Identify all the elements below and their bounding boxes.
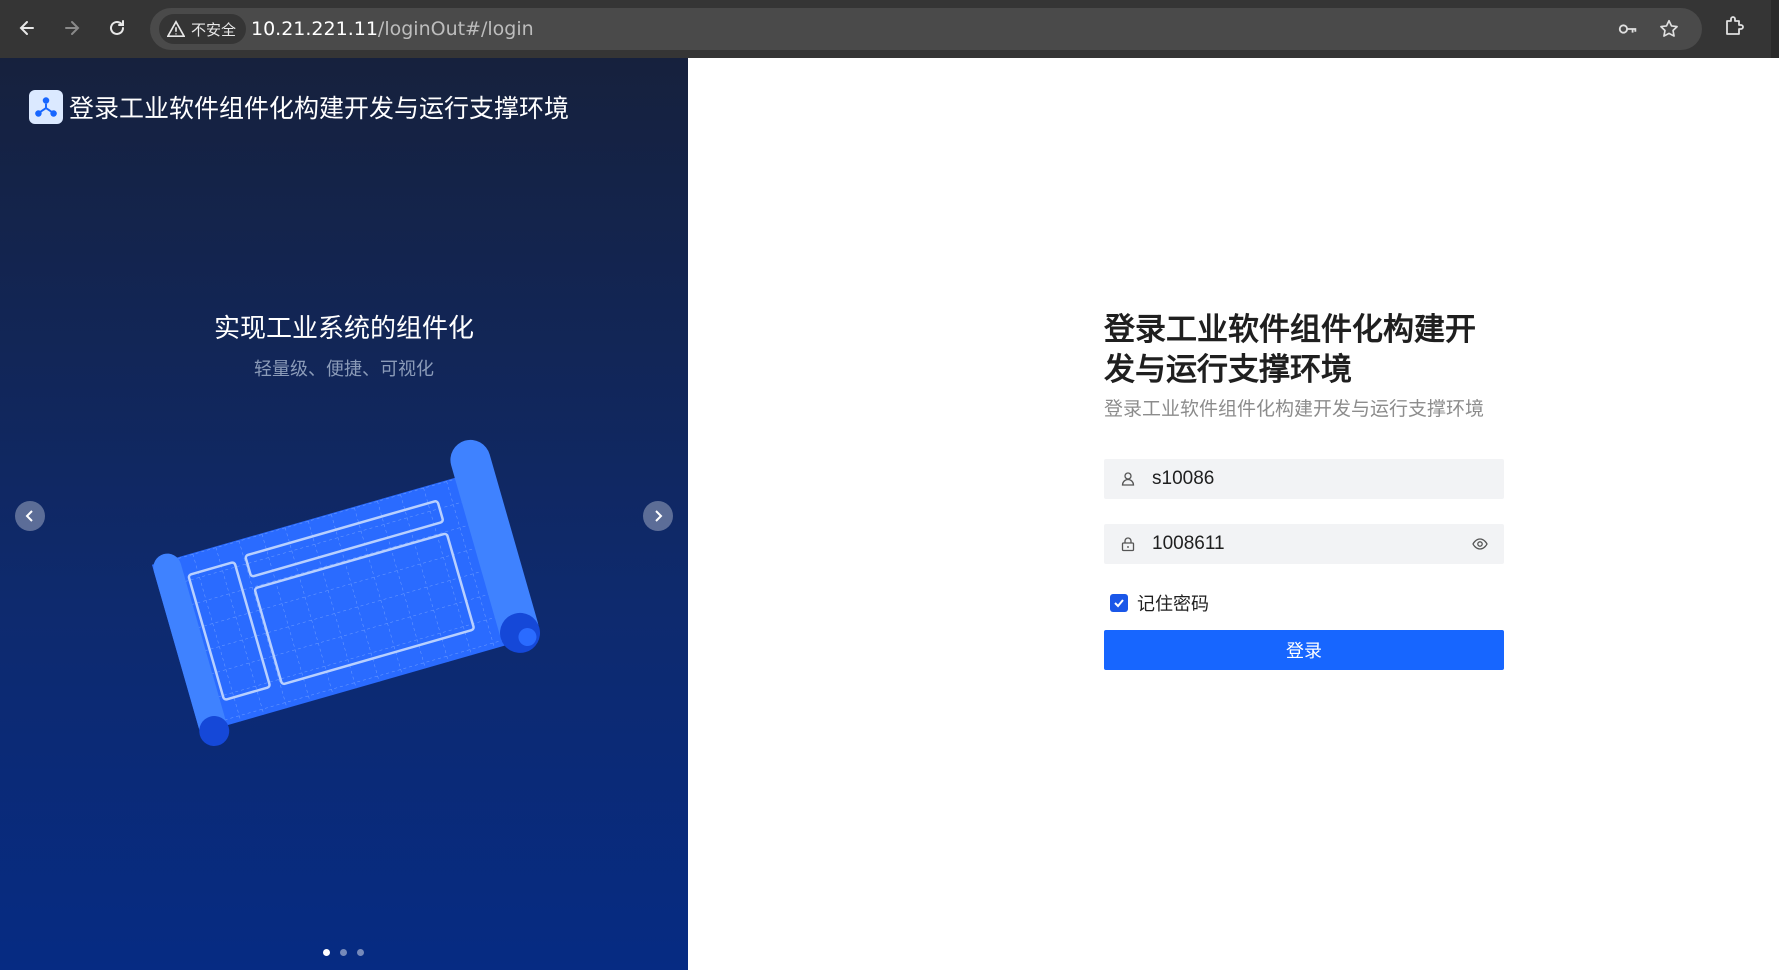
chevron-right-icon bbox=[655, 510, 663, 522]
check-icon bbox=[1114, 599, 1124, 608]
window-edge bbox=[1771, 0, 1779, 58]
carousel-dot[interactable] bbox=[357, 949, 364, 956]
url-path: /loginOut#/login bbox=[377, 18, 534, 40]
password-field[interactable] bbox=[1104, 524, 1504, 564]
back-icon[interactable] bbox=[12, 13, 42, 43]
security-chip[interactable]: 不安全 bbox=[159, 14, 247, 44]
password-input[interactable] bbox=[1150, 532, 1454, 556]
slide-title: 实现工业系统的组件化 bbox=[213, 314, 474, 344]
forward-icon[interactable] bbox=[57, 13, 87, 43]
lock-icon bbox=[1120, 536, 1136, 552]
browser-toolbar: 不安全 10.21.221.11/loginOut#/login bbox=[0, 0, 1779, 58]
brand-title: 登录工业软件组件化构建开发与运行支撑环境 bbox=[69, 94, 570, 123]
eye-icon[interactable] bbox=[1472, 536, 1488, 552]
username-input[interactable] bbox=[1150, 467, 1454, 491]
intro-panel: 登录工业软件组件化构建开发与运行支撑环境 实现工业系统的组件化 轻量级、便捷、可… bbox=[0, 58, 688, 970]
login-subtitle: 登录工业软件组件化构建开发与运行支撑环境 bbox=[1104, 398, 1485, 420]
carousel-prev-button[interactable] bbox=[15, 501, 45, 531]
url-text[interactable]: 10.21.221.11/loginOut#/login bbox=[251, 8, 534, 50]
remember-label: 记住密码 bbox=[1137, 594, 1209, 615]
login-form: 登录工业软件组件化构建开发与运行支撑环境 登录工业软件组件化构建开发与运行支撑环… bbox=[1104, 310, 1504, 670]
carousel-dot[interactable] bbox=[323, 949, 330, 956]
remember-checkbox[interactable] bbox=[1110, 594, 1128, 612]
chevron-left-icon bbox=[25, 510, 33, 522]
username-field[interactable] bbox=[1104, 459, 1504, 499]
warning-icon bbox=[167, 20, 185, 38]
user-icon bbox=[1120, 471, 1136, 487]
url-host: 10.21.221.11 bbox=[251, 18, 378, 40]
security-label: 不安全 bbox=[191, 20, 237, 39]
key-icon[interactable] bbox=[1616, 17, 1640, 41]
address-bar[interactable]: 不安全 10.21.221.11/loginOut#/login bbox=[150, 8, 1702, 50]
logo-icon bbox=[29, 90, 63, 124]
carousel-next-button[interactable] bbox=[643, 501, 673, 531]
remember-password[interactable]: 记住密码 bbox=[1110, 590, 1209, 616]
carousel-indicators bbox=[323, 949, 364, 956]
reload-icon[interactable] bbox=[102, 13, 132, 43]
login-button[interactable]: 登录 bbox=[1104, 630, 1504, 670]
extensions-icon[interactable] bbox=[1722, 14, 1750, 42]
slide-subtitle: 轻量级、便捷、可视化 bbox=[254, 359, 434, 380]
blueprint-illustration bbox=[151, 439, 541, 747]
carousel-dot[interactable] bbox=[340, 949, 347, 956]
star-icon[interactable] bbox=[1657, 17, 1681, 41]
login-title: 登录工业软件组件化构建开发与运行支撑环境 bbox=[1104, 312, 1476, 388]
brand: 登录工业软件组件化构建开发与运行支撑环境 bbox=[29, 89, 569, 125]
